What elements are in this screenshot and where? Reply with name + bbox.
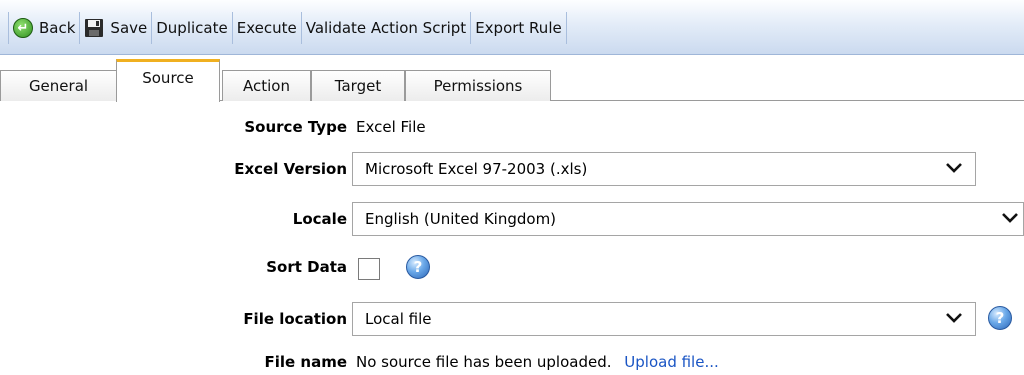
export-rule-button[interactable]: Export Rule [471,12,567,44]
excel-version-select[interactable]: Microsoft Excel 97-2003 (.xls) [352,152,976,186]
file-location-select[interactable]: Local file [352,302,976,336]
chevron-down-icon [1002,213,1018,223]
locale-label: Locale [292,210,347,228]
tab-permissions-label: Permissions [433,77,523,95]
duplicate-button[interactable]: Duplicate [152,12,233,44]
tab-action[interactable]: Action [222,70,311,101]
chevron-down-icon [946,163,962,173]
sort-data-row: Sort Data ? [0,254,1024,284]
sort-data-label: Sort Data [266,258,347,276]
duplicate-button-label: Duplicate [156,19,228,37]
back-button-label: Back [39,19,76,37]
source-type-value: Excel File [356,118,426,136]
tab-strip: General Source Action Target Permissions [0,55,1024,102]
excel-version-row: Excel Version Microsoft Excel 97-2003 (.… [0,152,1024,186]
validate-action-script-label: Validate Action Script [305,19,467,37]
back-arrow-icon: ↵ [13,18,33,38]
help-icon[interactable]: ? [406,255,430,279]
tab-general-label: General [28,77,89,95]
toolbar-buttons: ↵ Back Save Duplicate Execute Validate A… [8,12,567,44]
source-type-row: Source Type Excel File [0,118,1024,140]
save-button-label: Save [110,19,148,37]
file-location-value: Local file [365,310,432,328]
export-rule-label: Export Rule [475,19,562,37]
source-type-label: Source Type [244,118,347,136]
excel-version-label: Excel Version [234,160,347,178]
file-location-row: File location Local file ? [0,302,1024,336]
excel-version-value: Microsoft Excel 97-2003 (.xls) [365,160,588,178]
file-location-label: File location [243,310,347,328]
floppy-disk-icon [84,18,104,38]
tab-permissions[interactable]: Permissions [405,70,551,101]
tab-general[interactable]: General [0,70,117,101]
help-icon[interactable]: ? [988,306,1012,330]
tab-source-label: Source [142,69,194,87]
toolbar: ↵ Back Save Duplicate Execute Validate A… [0,0,1024,55]
sort-data-checkbox[interactable] [358,258,380,280]
locale-select[interactable]: English (United Kingdom) [352,202,1024,236]
validate-action-script-button[interactable]: Validate Action Script [302,12,472,44]
chevron-down-icon [946,313,962,323]
file-name-label: File name [264,353,347,371]
tab-source[interactable]: Source [116,59,220,102]
tab-action-label: Action [243,77,290,95]
locale-row: Locale English (United Kingdom) [0,202,1024,236]
file-name-status: No source file has been uploaded. [356,353,612,371]
back-button[interactable]: ↵ Back [8,12,81,44]
tab-target[interactable]: Target [311,70,405,101]
execute-button-label: Execute [236,19,297,37]
execute-button[interactable]: Execute [233,12,302,44]
file-name-row: File name No source file has been upload… [0,353,1024,375]
tab-target-label: Target [334,77,382,95]
file-name-value: No source file has been uploaded. Upload… [356,353,719,371]
locale-value: English (United Kingdom) [365,210,557,228]
save-button[interactable]: Save [80,12,153,44]
upload-file-link[interactable]: Upload file... [624,353,718,371]
